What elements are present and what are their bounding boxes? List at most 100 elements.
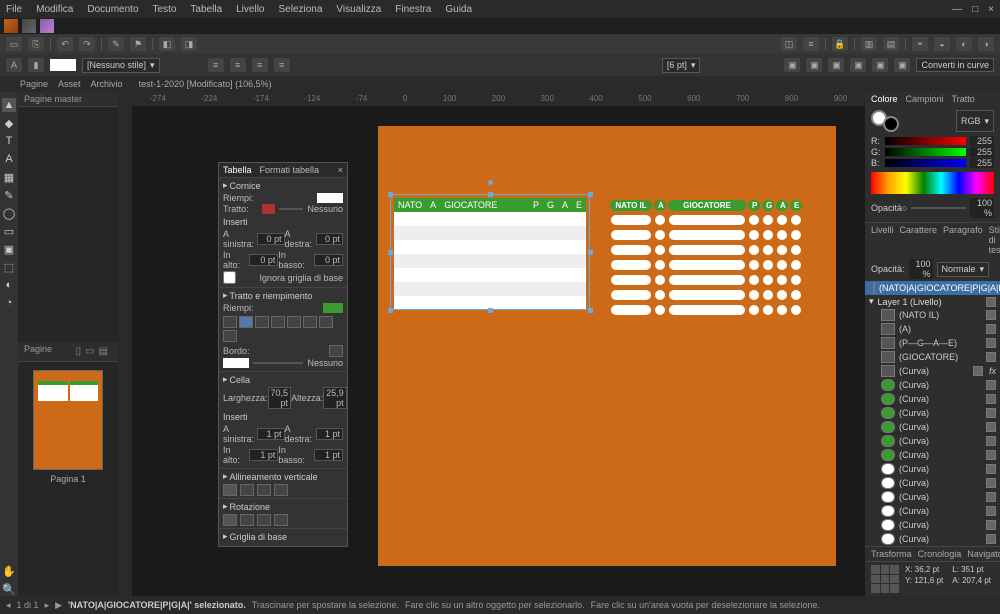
view-spread-icon[interactable]: ▭ [85,346,94,357]
persona-publisher-icon[interactable] [4,19,18,33]
layer-item[interactable]: (Curva) [865,448,1000,462]
b-slider[interactable] [885,159,966,167]
selection-handle[interactable] [588,308,593,313]
menu-edit[interactable]: Modifica [36,4,73,15]
rot-180[interactable] [257,514,271,526]
b-value[interactable]: 255 [970,158,994,168]
border-top[interactable] [287,316,301,328]
rot-270[interactable] [274,514,288,526]
menu-table[interactable]: Tabella [190,4,222,15]
picture-frame-icon[interactable]: ▣ [2,242,16,256]
layer-item[interactable]: (NATO|A|GIOCATORE|P|G|A|E) [865,281,1000,295]
layer-item[interactable]: (A) [865,322,1000,336]
layer-item[interactable]: (NATO IL) [865,308,1000,322]
move-tool-icon[interactable]: ▲ [2,98,16,112]
styles-tab[interactable]: Stili di testo [989,225,1000,255]
shape-tool-icon[interactable]: ◯ [2,206,16,220]
cell-inset-r[interactable]: 1 pt [316,428,343,440]
style-combo[interactable]: [Nessuno stile]▾ [82,58,160,73]
arrange5-icon[interactable]: ▣ [872,58,888,72]
border-inner[interactable] [255,316,269,328]
layer-item[interactable]: (Curva) [865,462,1000,476]
layer-item[interactable]: (GIOCATORE) [865,350,1000,364]
cell-inset-b[interactable]: 1 pt [314,449,343,461]
inset-bottom[interactable]: 0 pt [314,254,343,266]
blend-mode-combo[interactable]: Normale ▾ [937,262,990,277]
layer-item[interactable]: (Curva) [865,490,1000,504]
selection-handle[interactable] [388,308,393,313]
left-tab-pages[interactable]: Pagine [20,79,48,89]
ignore-baseline-checkbox[interactable] [223,271,236,284]
layer-item[interactable]: (Curva) [865,476,1000,490]
close-icon[interactable]: × [988,4,994,15]
pen-tool-icon[interactable]: ✎ [2,188,16,202]
canvas[interactable]: -274-224-174 -124-740 100200300 40050060… [118,92,865,596]
layer-item[interactable]: (P—G—A—E) [865,336,1000,350]
table-formats-tab[interactable]: Formati tabella [260,165,320,175]
align-l-icon[interactable]: ≡ [208,58,224,72]
align-r-icon[interactable]: ≡ [252,58,268,72]
fill-swatch[interactable] [50,59,76,71]
cell-fill-swatch[interactable] [323,303,343,313]
preflight-icon[interactable]: ⚑ [130,37,146,51]
selection-handle[interactable] [388,192,393,197]
opacity-value[interactable]: 100 % [970,198,994,218]
left-tab-archive[interactable]: Archivio [91,79,123,89]
layer-item[interactable]: (Curva) [865,434,1000,448]
r-slider[interactable] [885,137,966,145]
border-preview[interactable] [329,345,343,357]
g-value[interactable]: 255 [970,147,994,157]
persona-photo-icon[interactable] [22,19,36,33]
frame-fill-swatch[interactable] [317,193,343,203]
table-tab[interactable]: Tabella [223,165,252,175]
g-slider[interactable] [885,148,966,156]
menu-view[interactable]: Visualizza [336,4,381,15]
color-tab[interactable]: Colore [871,94,898,104]
panel-close-icon[interactable]: × [338,165,343,175]
text-tool-icon[interactable]: T [2,134,16,148]
arrange4-icon[interactable]: ▣ [850,58,866,72]
border-none[interactable] [271,316,285,328]
new-icon[interactable]: ▭ [6,37,22,51]
undo-icon[interactable]: ↶ [57,37,73,51]
valign-top[interactable] [223,484,237,496]
hue-strip[interactable] [871,172,994,194]
menu-file[interactable]: File [6,4,22,15]
border-bottom[interactable] [303,316,317,328]
size-combo[interactable]: [6 pt]▾ [662,58,701,73]
border-outer[interactable] [239,316,253,328]
align-c-icon[interactable]: ≡ [230,58,246,72]
transform-tab[interactable]: Trasforma [871,549,912,559]
selection-handle[interactable] [488,192,493,197]
inset-top[interactable]: 0 pt [249,254,278,266]
history-tab[interactable]: Cronologia [918,549,962,559]
arrange6-icon[interactable]: ▣ [894,58,910,72]
rotation-handle[interactable] [488,180,493,185]
layer-item[interactable]: ▾Layer 1 (Livello) [865,295,1000,308]
char-tab[interactable]: Carattere [900,225,938,255]
frame-stroke-swatch[interactable] [249,204,275,214]
zoom-tool-icon[interactable]: 🔍 [2,582,16,596]
bool1-icon[interactable]: ◓ [912,37,928,51]
stroke-tab[interactable]: Tratto [952,94,975,104]
menu-help[interactable]: Guida [445,4,472,15]
layer-item[interactable]: (Curva) [865,378,1000,392]
selection-handle[interactable] [388,250,393,255]
cell-inset-l[interactable]: 1 pt [257,428,284,440]
para-tab[interactable]: Paragrafo [943,225,983,255]
layer-item[interactable]: (Curva) [865,504,1000,518]
layer-item[interactable]: (Curva) [865,518,1000,532]
y-value[interactable]: 121,6 pt [914,576,943,585]
view-single-icon[interactable]: ▯ [76,346,82,357]
redo-icon[interactable]: ↷ [79,37,95,51]
layer-opacity[interactable]: 100 % [909,259,933,279]
h-value[interactable]: 207,4 pt [962,576,991,585]
anchor-grid[interactable] [871,565,899,593]
table-panel[interactable]: Tabella Formati tabella × ▸ Cornice Riem… [218,162,348,547]
layer-item[interactable]: (Curva) [865,406,1000,420]
snap-icon[interactable]: ◫ [781,37,797,51]
maximize-icon[interactable]: □ [972,4,978,15]
swatches-tab[interactable]: Campioni [906,94,944,104]
menu-select[interactable]: Seleziona [278,4,322,15]
stroke-swatch[interactable] [223,358,249,368]
